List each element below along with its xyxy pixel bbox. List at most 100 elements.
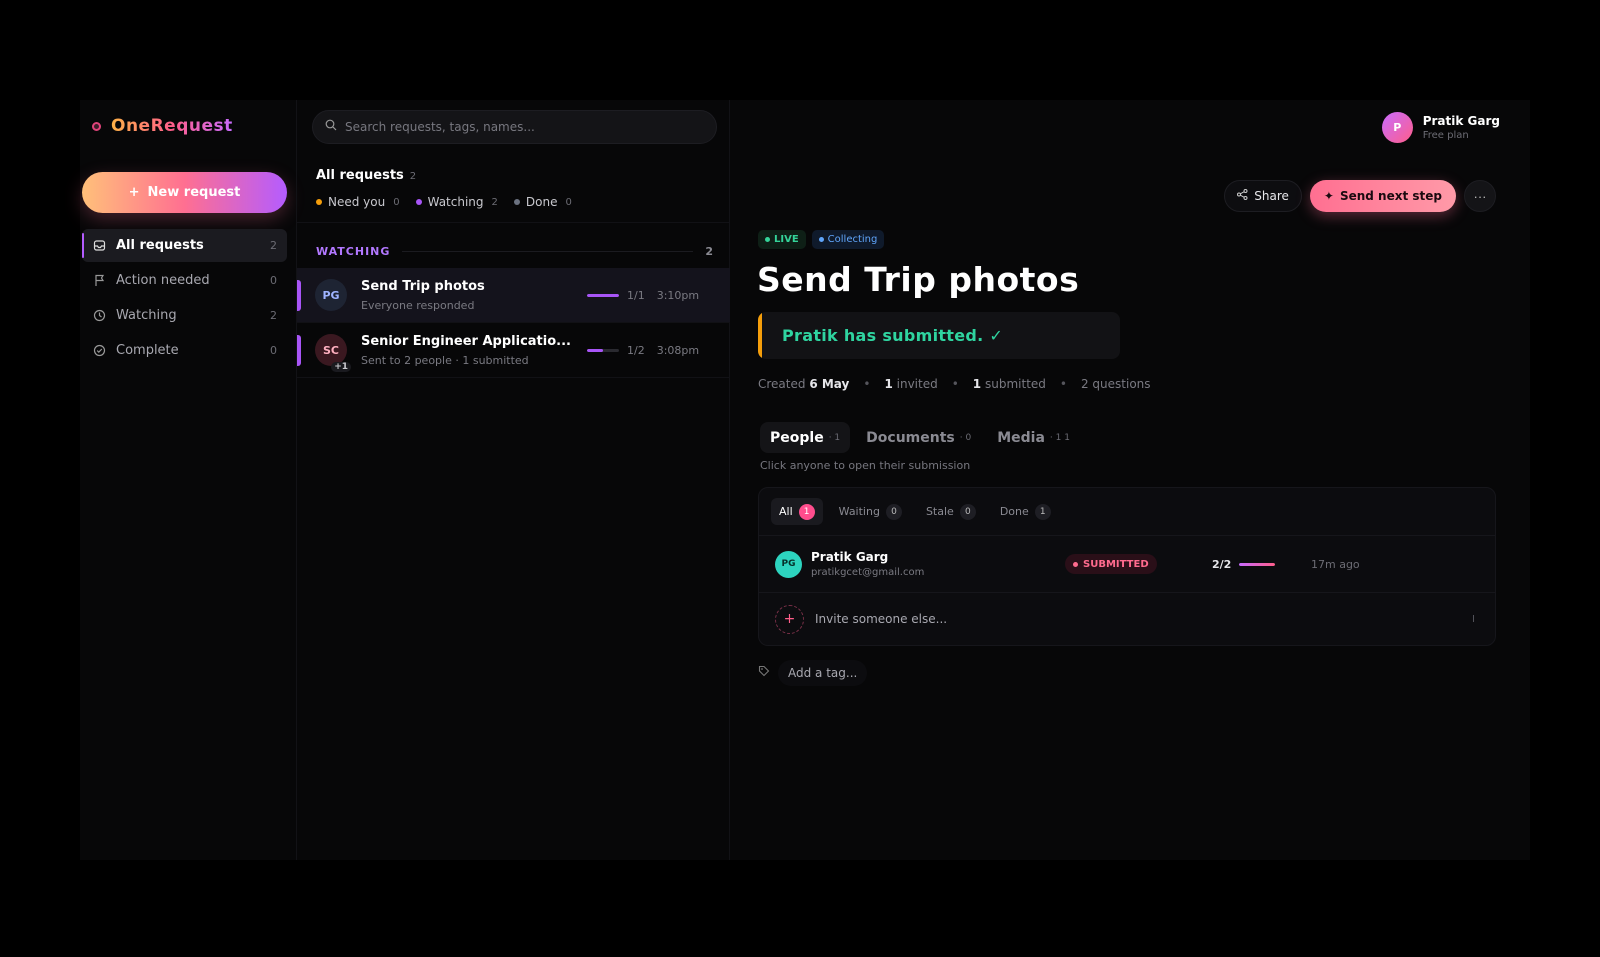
sidebar-item-label: All requests <box>116 238 204 253</box>
clock-icon <box>92 309 106 323</box>
avatar-initials: PG <box>322 288 340 302</box>
invite-row[interactable]: + Invite someone else... I <box>759 593 1495 645</box>
filter-watching[interactable]: Watching 2 <box>415 195 498 209</box>
status-badge: SUBMITTED <box>1065 554 1157 574</box>
progress-bar <box>1239 562 1276 566</box>
search-bar[interactable] <box>312 110 717 144</box>
user-menu[interactable]: P Pratik Garg Free plan <box>1381 112 1500 143</box>
filter-all[interactable]: All 1 <box>771 498 823 525</box>
list-title: All requests 2 <box>316 168 572 183</box>
tab-people[interactable]: People · 1 <box>760 422 851 453</box>
sidebar-item-action-needed[interactable]: Action needed 0 <box>82 264 287 297</box>
meta-separator: • <box>951 377 959 391</box>
status-dot <box>513 199 520 205</box>
avatar-initials: PG <box>781 559 796 569</box>
filter-need-you[interactable]: Need you 0 <box>316 195 400 209</box>
search-input[interactable] <box>345 120 705 134</box>
user-name: Pratik Garg <box>1422 114 1500 128</box>
filter-label: Done <box>999 505 1029 518</box>
plus-icon: + <box>128 185 140 200</box>
status-dot <box>818 237 824 242</box>
status-filters: Need you 0 Watching 2 Done 0 <box>316 195 572 209</box>
person-progress: 2/2 <box>1212 558 1276 571</box>
send-next-step-button[interactable]: ✦ Send next step <box>1309 180 1456 212</box>
status-dot <box>1073 561 1078 567</box>
share-icon <box>1237 189 1248 203</box>
sidebar-item-label: Action needed <box>116 273 210 288</box>
sparkle-icon: ✦ <box>1323 189 1334 203</box>
filter-stale[interactable]: Stale 0 <box>918 498 984 525</box>
request-rows: PG Send Trip photos Everyone responded 1… <box>297 268 730 378</box>
divider <box>402 251 694 252</box>
request-time: 3:10pm <box>656 289 700 302</box>
share-label: Share <box>1254 189 1289 203</box>
selection-indicator <box>297 280 301 311</box>
invite-label: Invite someone else... <box>815 612 948 626</box>
more-options-button[interactable]: ··· <box>1464 180 1496 212</box>
invited-meta: 1 invited <box>884 377 937 391</box>
progress-bar <box>587 349 619 352</box>
avatar: P <box>1381 112 1413 143</box>
request-list-pane: All requests 2 Need you 0 Watching 2 Done… <box>296 100 730 860</box>
status-dot <box>316 199 322 205</box>
sidebar-item-count: 0 <box>270 344 277 357</box>
questions-meta: 2 questions <box>1080 377 1151 391</box>
sidebar-item-label: Watching <box>116 308 177 323</box>
meta-value: 1 <box>884 377 893 391</box>
tab-label: Documents <box>866 429 955 446</box>
section-count: 2 <box>705 245 713 258</box>
avatar: SC +1 <box>315 334 351 372</box>
submitted-meta: 1 submitted <box>973 377 1046 391</box>
sidebar-item-watching[interactable]: Watching 2 <box>82 299 287 332</box>
filter-count: 0 <box>565 196 572 208</box>
people-filters: All 1 Waiting 0 Stale 0 Done 1 <box>759 488 1495 536</box>
list-header: All requests 2 Need you 0 Watching 2 Done… <box>316 168 572 209</box>
share-button[interactable]: Share <box>1224 180 1302 212</box>
tag-area: Add a tag... <box>758 660 868 686</box>
tab-media[interactable]: Media · 1 1 <box>987 422 1080 453</box>
detail-tabs: People · 1 Documents · 0 Media · 1 1 <box>760 422 1080 453</box>
logo[interactable]: OneRequest <box>92 116 233 136</box>
request-row[interactable]: SC +1 Senior Engineer Applicatio... Sent… <box>297 323 730 378</box>
sidebar-item-count: 0 <box>270 274 277 287</box>
status-dot <box>765 237 770 242</box>
person-row[interactable]: PG Pratik Garg pratikgcet@gmail.com SUBM… <box>759 536 1495 593</box>
filter-waiting[interactable]: Waiting 0 <box>831 498 910 525</box>
created-meta: Created 6 May <box>758 377 849 391</box>
tab-count: · 1 <box>828 432 841 443</box>
status-badges: LIVE Collecting <box>758 230 885 249</box>
meta-label: Created <box>758 377 806 391</box>
request-row-text: Senior Engineer Applicatio... Sent to 2 … <box>361 334 581 367</box>
person-name: Pratik Garg <box>811 550 889 564</box>
sidebar-item-complete[interactable]: Complete 0 <box>82 334 287 367</box>
detail-actions: Share ✦ Send next step ··· <box>1224 180 1496 212</box>
sidebar-nav: All requests 2 Action needed 0 Watching … <box>82 229 287 369</box>
tab-documents[interactable]: Documents · 0 <box>856 422 981 453</box>
filter-count: 2 <box>491 196 498 208</box>
plus-icon: + <box>775 604 804 634</box>
banner-text: Pratik has submitted. ✓ <box>782 326 1004 345</box>
request-detail-pane: P Pratik Garg Free plan Share ✦ Send nex… <box>730 100 1530 860</box>
sidebar-item-count: 2 <box>270 239 277 252</box>
divider <box>297 222 729 223</box>
sidebar-item-all-requests[interactable]: All requests 2 <box>82 229 287 262</box>
request-meta-info: Created 6 May • 1 invited • 1 submitted … <box>758 377 1151 391</box>
filter-done[interactable]: Done 0 <box>513 195 572 209</box>
new-request-label: New request <box>147 185 241 200</box>
avatar-initials: SC <box>323 343 339 357</box>
person-time: 17m ago <box>1311 557 1360 571</box>
filter-label: Done <box>525 195 558 209</box>
badge-label: Collecting <box>827 234 878 245</box>
request-row[interactable]: PG Send Trip photos Everyone responded 1… <box>297 268 730 323</box>
filter-count: 0 <box>959 503 976 520</box>
filter-count: 1 <box>1034 503 1051 520</box>
meta-separator: • <box>1059 377 1067 391</box>
filter-count: 0 <box>393 196 400 208</box>
meta-separator: • <box>863 377 871 391</box>
filter-done[interactable]: Done 1 <box>992 498 1059 525</box>
person-info: Pratik Garg pratikgcet@gmail.com <box>811 550 924 578</box>
add-tag-button[interactable]: Add a tag... <box>778 660 868 686</box>
collecting-badge: Collecting <box>811 230 885 249</box>
new-request-button[interactable]: + New request <box>82 172 287 213</box>
avatar-extra-count: +1 <box>331 362 351 372</box>
